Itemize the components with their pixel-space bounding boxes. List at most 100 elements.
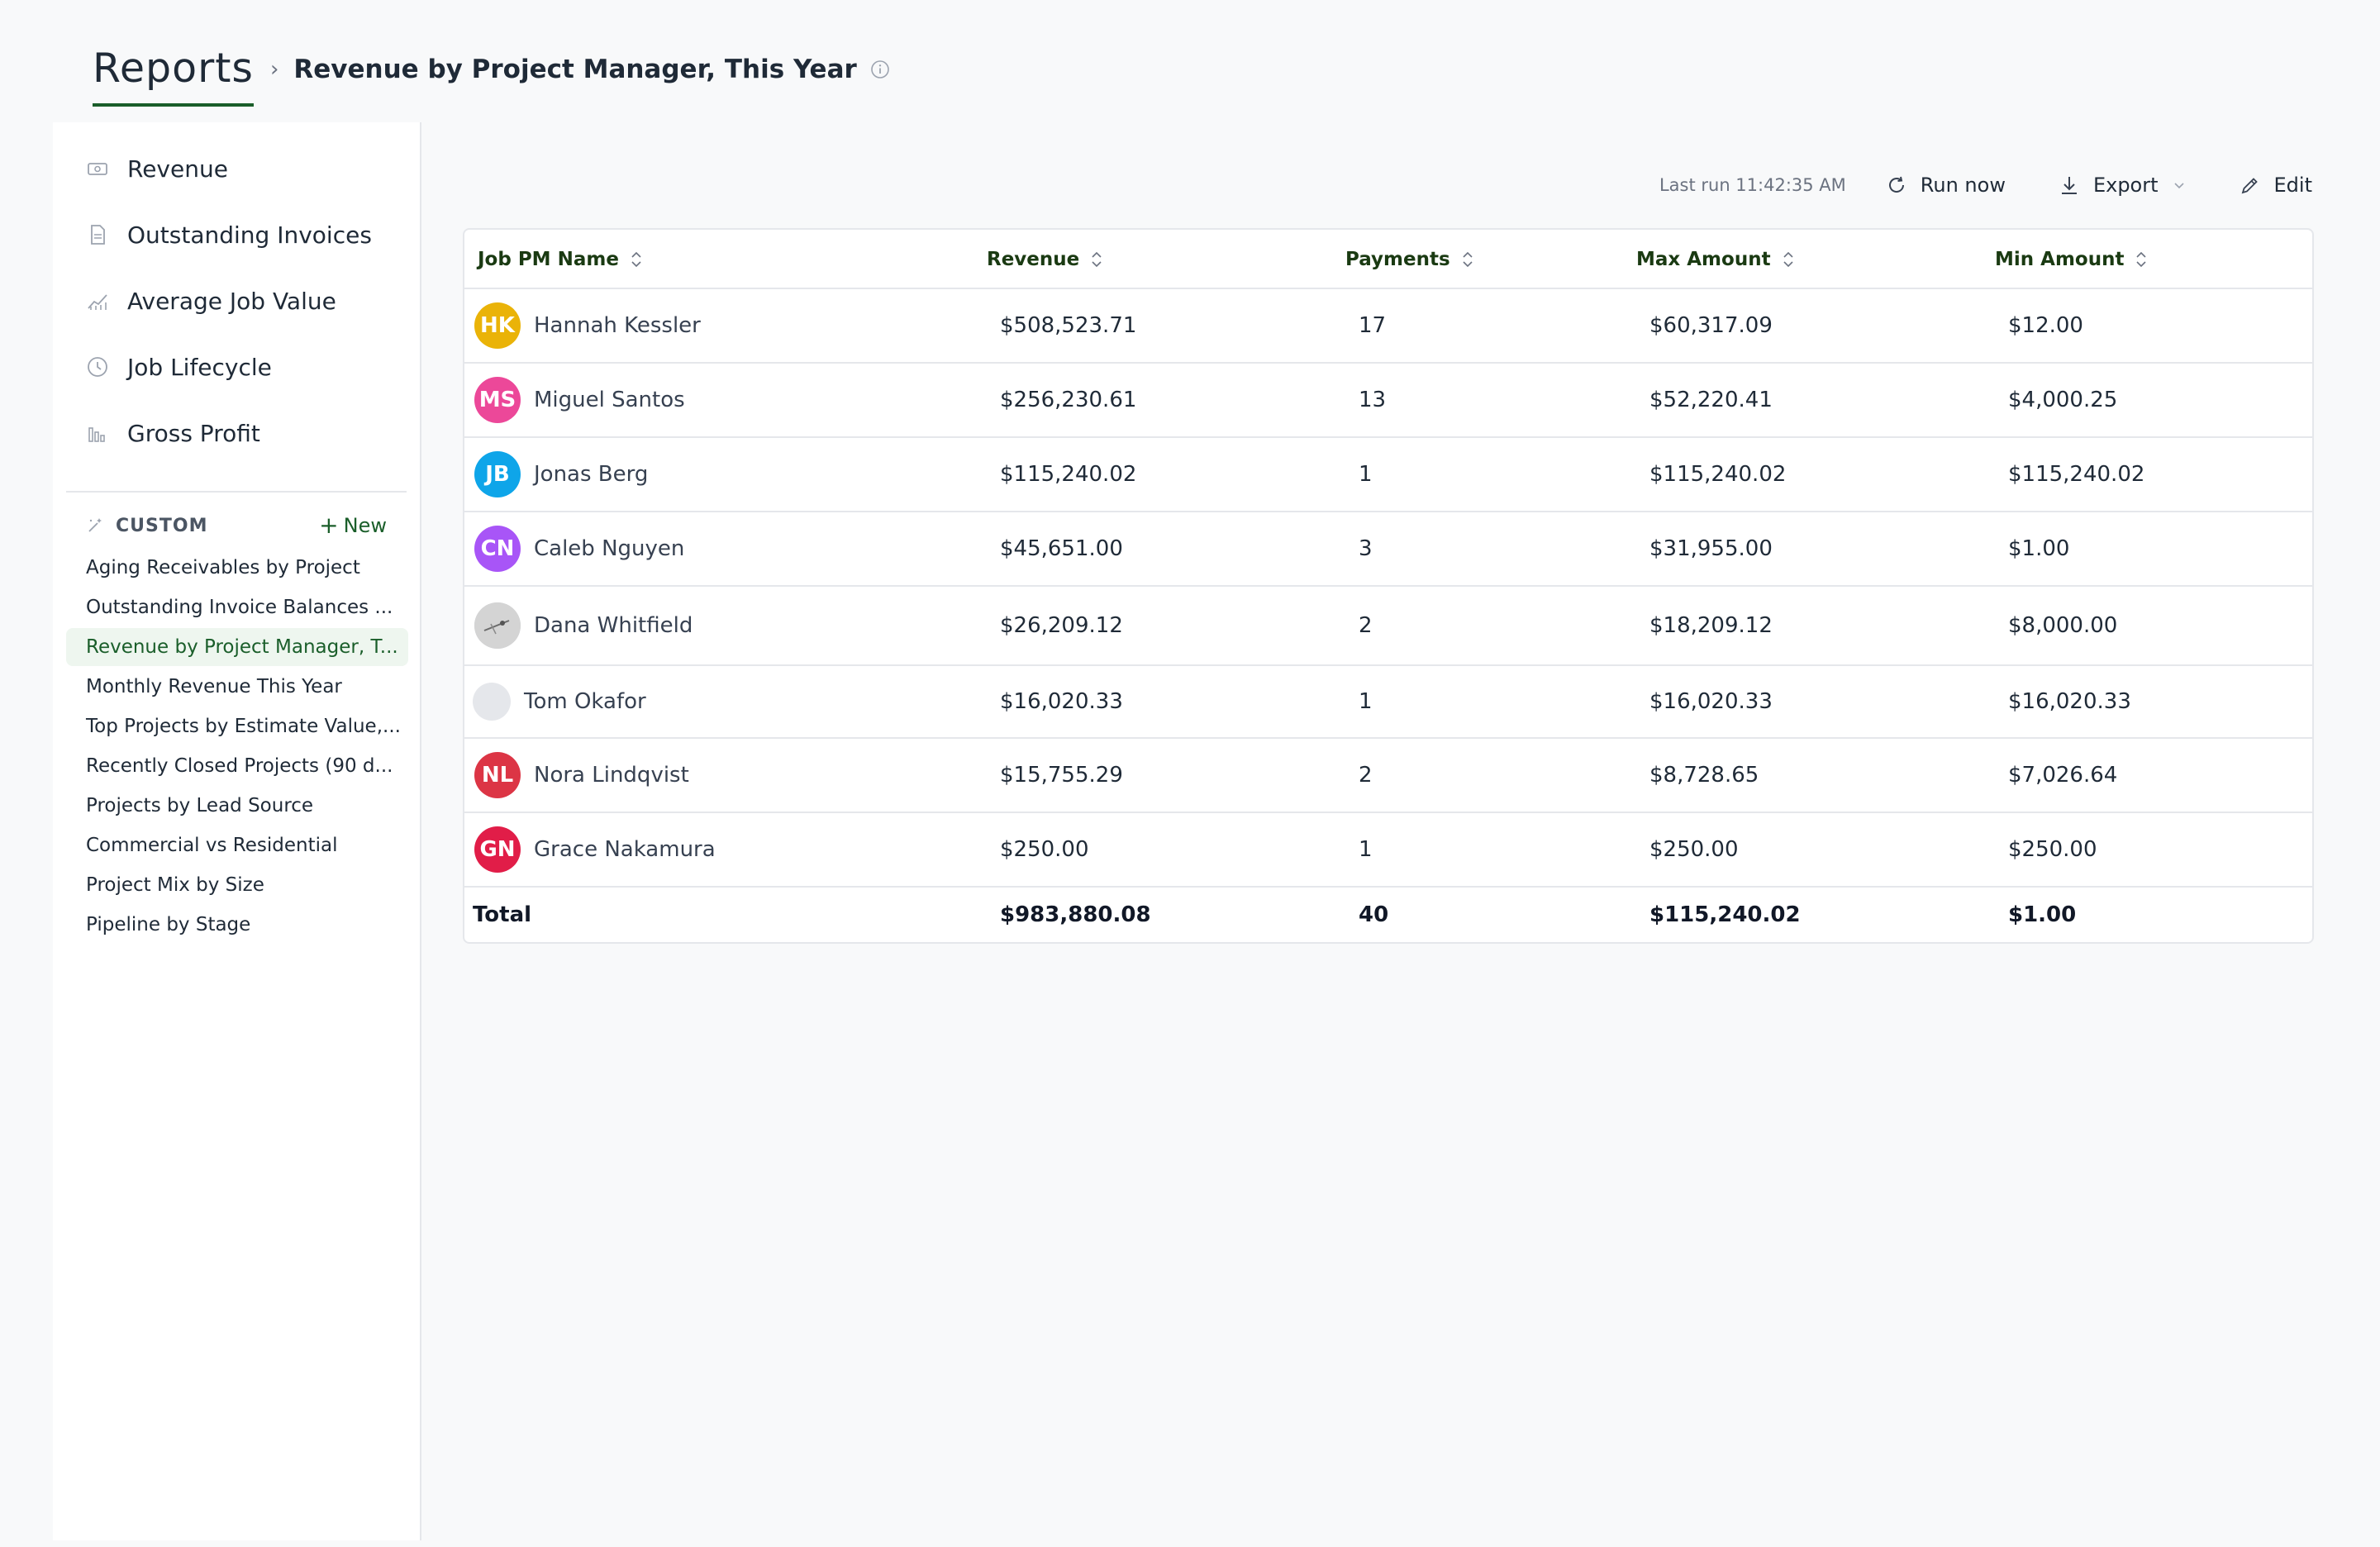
table-row[interactable]: Dana Whitfield $26,209.12 2 $18,209.12 $8,00… — [464, 587, 2312, 666]
table-row[interactable]: HK Hannah Kessler $508,523.71 17 $60,317.09 $… — [464, 289, 2312, 364]
payments-cell: 1 — [1359, 837, 1373, 862]
min-amount-cell: $12.00 — [2008, 313, 2083, 338]
revenue-cell: $256,230.61 — [1000, 388, 1137, 412]
min-amount-cell: $4,000.25 — [2008, 388, 2118, 412]
min-amount-cell: $115,240.02 — [2008, 462, 2145, 487]
sort-icon[interactable] — [1781, 250, 1796, 269]
page-title[interactable]: Reports — [93, 45, 254, 107]
custom-label: CUSTOM — [86, 516, 207, 536]
min-amount-cell: $1.00 — [2008, 536, 2070, 561]
breadcrumb-separator: › — [269, 57, 279, 82]
avatar: JB — [474, 451, 521, 497]
max-amount-cell: $52,220.41 — [1649, 388, 1773, 412]
sort-icon[interactable] — [1460, 250, 1475, 269]
total-max-amount: $115,240.02 — [1649, 902, 1801, 927]
trend-chart-icon — [86, 289, 109, 312]
money-icon — [86, 157, 109, 180]
edit-button[interactable]: Edit — [2240, 174, 2312, 197]
sidebar-item-job-lifecycle[interactable]: Job Lifecycle — [86, 347, 272, 387]
sidebar: Revenue Outstanding Invoices Average Job… — [53, 122, 421, 1540]
pm-name: Jonas Berg — [534, 462, 649, 487]
pm-name: Caleb Nguyen — [534, 536, 685, 561]
table-row[interactable]: NL Nora Lindqvist $15,755.29 2 $8,728.65 $7,0… — [464, 739, 2312, 813]
payments-cell: 1 — [1359, 689, 1373, 714]
avatar: MS — [474, 377, 521, 423]
table-row[interactable]: JB Jonas Berg $115,240.02 1 $115,240.02 $115,… — [464, 438, 2312, 512]
pm-name-cell: NL Nora Lindqvist — [474, 739, 689, 812]
pencil-icon — [2240, 174, 2261, 196]
sort-icon[interactable] — [629, 250, 644, 269]
table-header: Job PM Name Revenue Payments Max Amount … — [464, 230, 2312, 289]
min-amount-cell: $16,020.33 — [2008, 689, 2131, 714]
payments-cell: 2 — [1359, 763, 1373, 788]
table-row[interactable]: CN Caleb Nguyen $45,651.00 3 $31,955.00 $1.00 — [464, 512, 2312, 587]
pm-name-cell: Dana Whitfield — [474, 587, 693, 664]
total-label: Total — [473, 902, 532, 927]
pm-name: Nora Lindqvist — [534, 763, 689, 788]
column-header-max-amount[interactable]: Max Amount — [1636, 230, 1796, 289]
revenue-cell: $15,755.29 — [1000, 763, 1123, 788]
revenue-cell: $45,651.00 — [1000, 536, 1123, 561]
custom-report-item[interactable]: Monthly Revenue This Year — [66, 668, 408, 706]
custom-report-item[interactable]: Project Mix by Size — [66, 866, 408, 904]
sidebar-item-outstanding-invoices[interactable]: Outstanding Invoices — [86, 215, 372, 255]
total-min-amount: $1.00 — [2008, 902, 2077, 927]
sort-icon[interactable] — [1089, 250, 1104, 269]
run-now-button[interactable]: Run now — [1886, 174, 2006, 197]
report-title: Revenue by Project Manager, This Year — [293, 55, 857, 84]
max-amount-cell: $8,728.65 — [1649, 763, 1759, 788]
plus-icon: + — [319, 512, 339, 539]
column-header-payments[interactable]: Payments — [1345, 230, 1475, 289]
sidebar-item-label: Outstanding Invoices — [127, 221, 372, 249]
payments-cell: 1 — [1359, 462, 1373, 487]
table-row[interactable]: Tom Okafor $16,020.33 1 $16,020.33 $16,020.3… — [464, 666, 2312, 739]
new-custom-report-button[interactable]: + New — [319, 512, 387, 539]
export-button[interactable]: Export — [2059, 174, 2187, 197]
refresh-icon — [1886, 174, 1907, 196]
custom-section-header: CUSTOM + New — [86, 511, 387, 540]
custom-report-item[interactable]: Recently Closed Projects (90 d... — [66, 747, 408, 785]
sort-icon[interactable] — [2134, 250, 2149, 269]
avatar: CN — [474, 526, 521, 572]
sidebar-item-label: Revenue — [127, 155, 228, 183]
table-row[interactable]: MS Miguel Santos $256,230.61 13 $52,220.41 $4… — [464, 364, 2312, 438]
min-amount-cell: $7,026.64 — [2008, 763, 2118, 788]
pm-name-cell: Tom Okafor — [473, 666, 646, 737]
custom-report-item[interactable]: Outstanding Invoice Balances ... — [66, 588, 408, 626]
table-row[interactable]: GN Grace Nakamura $250.00 1 $250.00 $250.00 — [464, 813, 2312, 888]
payments-cell: 2 — [1359, 613, 1373, 638]
custom-report-item[interactable]: Commercial vs Residential — [66, 826, 408, 864]
pm-name-cell: CN Caleb Nguyen — [474, 512, 684, 585]
revenue-cell: $508,523.71 — [1000, 313, 1137, 338]
max-amount-cell: $31,955.00 — [1649, 536, 1773, 561]
custom-report-item[interactable]: Aging Receivables by Project — [66, 549, 408, 587]
column-header-revenue[interactable]: Revenue — [987, 230, 1104, 289]
sidebar-item-average-job-value[interactable]: Average Job Value — [86, 281, 336, 321]
pm-name-cell: GN Grace Nakamura — [474, 813, 716, 886]
custom-report-item-active[interactable]: Revenue by Project Manager, T... — [66, 628, 408, 666]
revenue-cell: $16,020.33 — [1000, 689, 1123, 714]
page-header: Reports › Revenue by Project Manager, Th… — [93, 36, 890, 107]
document-icon — [86, 223, 109, 246]
max-amount-cell: $16,020.33 — [1649, 689, 1773, 714]
pm-name: Dana Whitfield — [534, 613, 693, 638]
magic-wand-icon — [86, 516, 104, 535]
max-amount-cell: $18,209.12 — [1649, 613, 1773, 638]
column-header-min-amount[interactable]: Min Amount — [1995, 230, 2149, 289]
custom-report-item[interactable]: Projects by Lead Source — [66, 787, 408, 825]
pm-name: Hannah Kessler — [534, 313, 701, 338]
avatar: GN — [474, 826, 521, 873]
chevron-down-icon — [2172, 178, 2187, 193]
custom-report-item[interactable]: Pipeline by Stage — [66, 906, 408, 944]
bar-chart-icon — [86, 421, 109, 445]
sidebar-divider — [66, 491, 407, 493]
sidebar-item-revenue[interactable]: Revenue — [86, 149, 228, 188]
sidebar-item-gross-profit[interactable]: Gross Profit — [86, 413, 260, 453]
pm-name: Tom Okafor — [524, 689, 646, 714]
info-icon[interactable] — [870, 60, 890, 79]
sidebar-item-label: Job Lifecycle — [127, 353, 272, 381]
total-payments: 40 — [1359, 902, 1389, 927]
custom-report-item[interactable]: Top Projects by Estimate Value,... — [66, 707, 408, 745]
min-amount-cell: $8,000.00 — [2008, 613, 2118, 638]
column-header-job-pm-name[interactable]: Job PM Name — [478, 230, 644, 289]
